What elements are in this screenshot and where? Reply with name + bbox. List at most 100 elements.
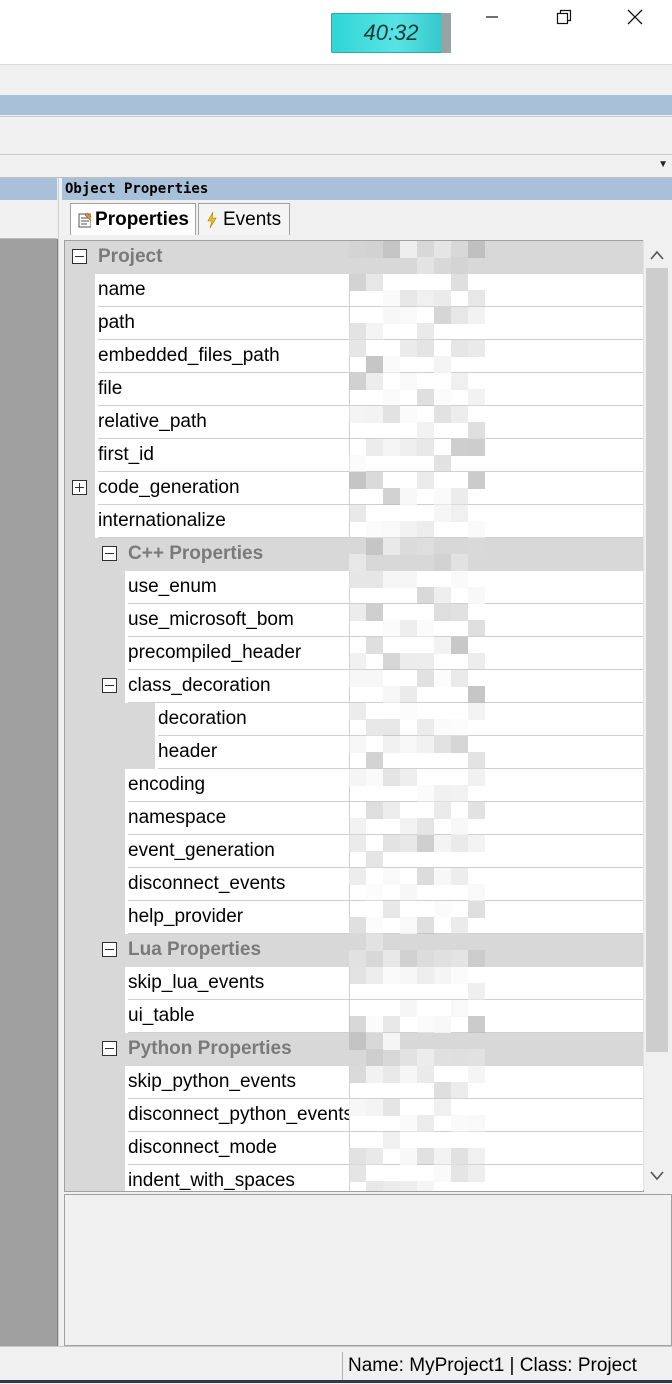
redacted-value-block (468, 752, 485, 769)
redacted-value-block (366, 884, 383, 901)
redacted-value-block (434, 1148, 451, 1165)
maximize-button[interactable] (534, 0, 594, 34)
property-name: use_microsoft_bom (128, 604, 349, 637)
redacted-value-block (451, 1082, 468, 1099)
toolbar-dropdown-icon[interactable]: ▼ (658, 159, 668, 170)
scrollbar-thumb[interactable] (646, 268, 668, 1052)
timer-widget[interactable]: 40:32 (331, 13, 451, 53)
redacted-value-block (434, 307, 451, 324)
redacted-value-block (400, 1148, 417, 1165)
redacted-value-block (400, 340, 417, 357)
property-name: embedded_files_path (98, 340, 349, 373)
status-text: Name: MyProject1 | Class: Project (348, 1355, 637, 1376)
scroll-up-icon[interactable] (650, 247, 664, 263)
redacted-value-block (366, 538, 383, 555)
redacted-value-block (434, 950, 451, 967)
redacted-value-block (383, 1033, 400, 1050)
row-gutter (65, 406, 95, 439)
collapse-icon[interactable] (72, 249, 87, 264)
collapse-icon[interactable] (102, 546, 117, 561)
tab-properties-label: Properties (95, 208, 189, 230)
redacted-value-block (468, 307, 485, 324)
redacted-value-block (349, 950, 366, 967)
collapse-icon[interactable] (102, 1041, 117, 1056)
redacted-value-block (417, 967, 434, 984)
redacted-value-block (349, 455, 366, 472)
property-name: code_generation (98, 472, 349, 505)
redacted-value-block (468, 1016, 485, 1033)
redacted-value-block (451, 307, 468, 324)
redacted-value-block (400, 439, 417, 456)
redacted-value-block (434, 637, 451, 654)
redacted-value-block (434, 604, 451, 621)
expand-icon[interactable] (72, 480, 87, 495)
redacted-value-block (451, 637, 468, 654)
redacted-value-block (434, 967, 451, 984)
row-gutter (65, 1099, 125, 1132)
property-name: precompiled_header (128, 637, 349, 670)
close-button[interactable] (605, 0, 665, 34)
redacted-value-block (400, 1000, 417, 1017)
redacted-value-block (417, 835, 434, 852)
tab-events[interactable]: Events (198, 203, 290, 235)
redacted-value-block (417, 439, 434, 456)
redacted-value-block (400, 307, 417, 324)
lightning-icon (207, 211, 217, 228)
redacted-value-block (400, 1066, 417, 1083)
toolbar (0, 116, 672, 155)
redacted-value-block (349, 818, 366, 835)
minimize-button[interactable] (462, 0, 522, 34)
redacted-value-block (400, 967, 417, 984)
redacted-value-block (383, 950, 400, 967)
redacted-value-block (417, 538, 434, 555)
row-gutter (65, 1066, 125, 1099)
redacted-value-block (451, 1049, 468, 1066)
redacted-value-block (434, 587, 451, 604)
redacted-value-block (400, 686, 417, 703)
redacted-value-block (468, 1049, 485, 1066)
redacted-value-block (349, 967, 366, 984)
row-gutter (65, 967, 125, 1000)
redacted-value-block (349, 1033, 366, 1050)
redacted-value-block (383, 389, 400, 406)
timer-grip[interactable] (441, 13, 451, 53)
redacted-value-block (383, 241, 400, 258)
redacted-value-block (434, 670, 451, 687)
redacted-value-block (417, 472, 434, 489)
redacted-value-block (349, 1016, 366, 1033)
redacted-value-block (366, 1099, 383, 1116)
tab-events-label: Events (223, 208, 282, 230)
tab-properties[interactable]: Properties (70, 203, 196, 235)
minimize-icon (486, 16, 498, 18)
menu-strip (0, 64, 672, 96)
redacted-value-block (349, 736, 366, 753)
redacted-value-block (366, 917, 383, 934)
redacted-value-block (434, 505, 451, 522)
row-gutter (65, 274, 95, 307)
secondary-toolbar (0, 155, 672, 178)
row-gutter (65, 868, 125, 901)
redacted-value-block (383, 1066, 400, 1083)
collapse-icon[interactable] (102, 942, 117, 957)
redacted-value-block (468, 983, 485, 1000)
redacted-value-block (400, 620, 417, 637)
redacted-value-block (383, 719, 400, 736)
scroll-down-icon[interactable] (650, 1168, 664, 1184)
redacted-value-block (366, 769, 383, 786)
redacted-value-block (451, 917, 468, 934)
redacted-value-block (349, 868, 366, 885)
redacted-value-block (468, 472, 485, 489)
redacted-value-block (383, 406, 400, 423)
timer-display: 40:32 (363, 20, 419, 45)
redacted-value-block (366, 934, 383, 951)
redacted-value-block (417, 1181, 434, 1191)
collapse-icon[interactable] (102, 678, 117, 693)
redacted-value-block (400, 736, 417, 753)
redacted-value-block (383, 1016, 400, 1033)
property-name: namespace (128, 802, 349, 835)
redacted-value-block (366, 1049, 383, 1066)
redacted-value-block (468, 1165, 485, 1182)
redacted-value-block (417, 950, 434, 967)
redacted-value-block (366, 571, 383, 588)
redacted-value-block (383, 521, 400, 538)
